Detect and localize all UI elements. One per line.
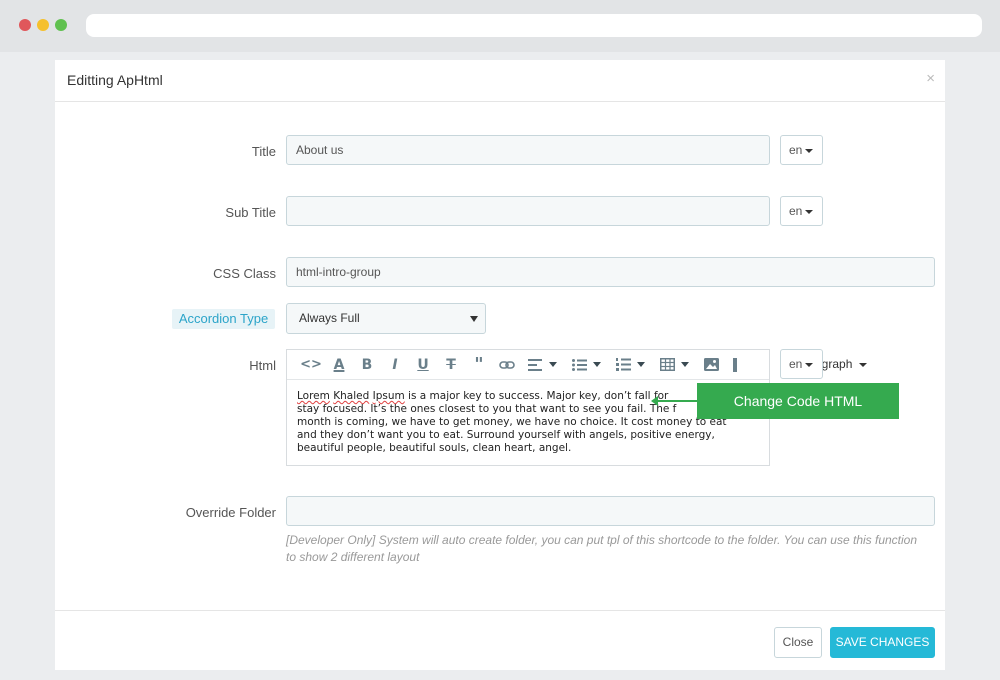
chevron-down-icon xyxy=(805,209,814,214)
editor-line-4: and they don’t want you to eat. Surround… xyxy=(297,429,715,441)
numbered-list-icon[interactable] xyxy=(609,354,637,376)
misspelled-word: Lorem xyxy=(297,390,330,402)
chevron-down-icon xyxy=(805,362,814,367)
dropdown-arrow-icon xyxy=(470,316,478,322)
browser-chrome xyxy=(0,0,1000,52)
chevron-down-icon[interactable] xyxy=(637,362,645,367)
title-lang-value: en xyxy=(789,143,803,157)
title-input[interactable]: About us xyxy=(286,135,770,165)
subtitle-lang-value: en xyxy=(789,204,803,218)
css-class-input[interactable]: html-intro-group xyxy=(286,257,935,287)
window-minimize-dot[interactable] xyxy=(37,19,49,31)
close-icon[interactable]: × xyxy=(926,70,935,87)
modal-title: Editting ApHtml xyxy=(67,72,163,88)
accordion-type-label: Accordion Type xyxy=(172,309,275,329)
editor-line-3: month is coming, we have to get money, w… xyxy=(297,416,727,428)
editor-line-5: beautiful people, beautiful souls, clean… xyxy=(297,442,572,454)
save-changes-button[interactable]: SAVE CHANGES xyxy=(830,627,935,658)
title-lang-dropdown[interactable]: en xyxy=(780,135,823,165)
subtitle-lang-dropdown[interactable]: en xyxy=(780,196,823,226)
window-maximize-dot[interactable] xyxy=(55,19,67,31)
underline-icon[interactable]: U xyxy=(409,354,437,376)
misspelled-word: Khaled xyxy=(333,390,370,402)
modal-header: Editting ApHtml × xyxy=(55,60,945,102)
chevron-down-icon[interactable] xyxy=(549,362,557,367)
override-folder-input[interactable] xyxy=(286,496,935,526)
override-folder-label: Override Folder xyxy=(185,505,276,520)
change-code-tooltip: Change Code HTML xyxy=(697,383,899,419)
chevron-down-icon[interactable] xyxy=(681,362,689,367)
bullet-list-icon[interactable] xyxy=(565,354,593,376)
align-icon[interactable] xyxy=(521,354,549,376)
accordion-type-select[interactable]: Always Full xyxy=(286,303,486,334)
text-color-icon[interactable]: A xyxy=(325,354,353,376)
subtitle-label: Sub Title xyxy=(225,205,276,220)
link-icon[interactable] xyxy=(493,354,521,376)
title-label: Title xyxy=(251,144,276,159)
close-button[interactable]: Close xyxy=(774,627,822,658)
html-label: Html xyxy=(249,358,276,373)
misspelled-word: Ipsum xyxy=(372,390,405,402)
address-bar[interactable] xyxy=(86,14,982,37)
html-lang-value: en xyxy=(789,357,803,371)
image-icon[interactable] xyxy=(697,354,725,376)
editor-toolbar: <> A B I U T " xyxy=(287,350,769,380)
chevron-down-icon[interactable] xyxy=(593,362,601,367)
code-icon[interactable]: <> xyxy=(297,354,325,376)
arrow-left-icon xyxy=(651,396,658,406)
chevron-down-icon xyxy=(805,148,814,153)
chevron-down-icon xyxy=(858,362,867,367)
html-lang-dropdown[interactable]: en xyxy=(780,349,823,379)
override-folder-help: [Developer Only] System will auto create… xyxy=(286,533,918,564)
window-close-dot[interactable] xyxy=(19,19,31,31)
quote-icon[interactable]: " xyxy=(465,354,493,376)
footer-divider xyxy=(55,610,945,611)
italic-icon[interactable]: I xyxy=(381,354,409,376)
bold-icon[interactable]: B xyxy=(353,354,381,376)
accordion-type-value: Always Full xyxy=(299,311,360,325)
css-class-label: CSS Class xyxy=(213,266,276,281)
subtitle-input[interactable] xyxy=(286,196,770,226)
editor-line-2: stay focused. It’s the ones closest to y… xyxy=(297,403,677,415)
tooltip-arrow xyxy=(656,400,697,402)
edit-modal: Editting ApHtml × Title About us en Sub … xyxy=(55,60,945,670)
copy-icon[interactable] xyxy=(725,354,753,376)
strikethrough-icon[interactable]: T xyxy=(437,354,465,376)
table-icon[interactable] xyxy=(653,354,681,376)
editor-text: is a major key to success. Major key, do… xyxy=(404,390,669,402)
